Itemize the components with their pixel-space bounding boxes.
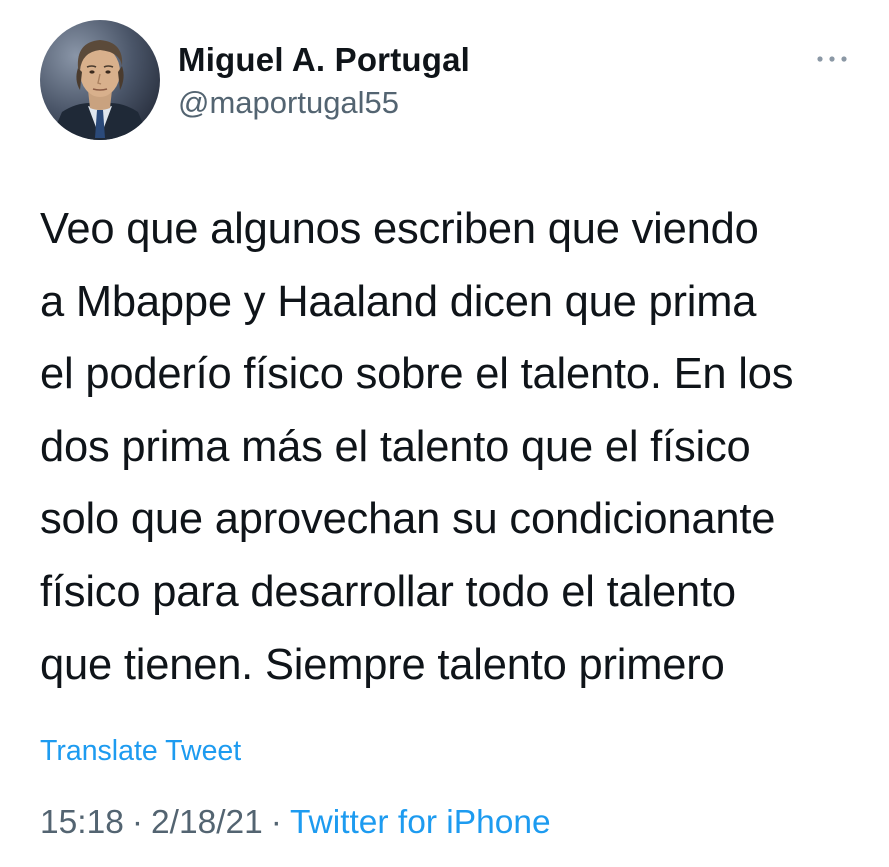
- tweet-text-line: que tienen. Siempre talento primero: [40, 640, 725, 689]
- tweet-text-line: solo que aprovechan su condicionante: [40, 495, 776, 544]
- display-name[interactable]: Miguel A. Portugal: [178, 40, 470, 80]
- tweet-date[interactable]: 2/18/21: [151, 804, 263, 841]
- tweet-text-line: dos prima más el talento que el físico: [40, 422, 751, 471]
- tweet-card: Miguel A. Portugal @maportugal55 Veo que…: [0, 0, 889, 867]
- tweet-text-line: físico para desarrollar todo el talento: [40, 567, 736, 616]
- profile-photo-icon: [40, 20, 160, 140]
- tweet-text-line: el poderío físico sobre el talento. En l…: [40, 350, 794, 399]
- more-options-button[interactable]: [812, 44, 852, 74]
- separator: ·: [270, 804, 282, 841]
- tweet-text-line: a Mbappe y Haaland dicen que prima: [40, 277, 757, 326]
- separator: ·: [131, 804, 143, 841]
- tweet-text: Veo que algunos escriben que viendo a Mb…: [40, 193, 860, 701]
- tweet-metadata: 15:18 · 2/18/21 · Twitter for iPhone: [40, 803, 551, 843]
- ellipsis-icon: [817, 56, 847, 62]
- translate-tweet-link[interactable]: Translate Tweet: [40, 733, 241, 769]
- tweet-time[interactable]: 15:18: [40, 804, 124, 841]
- avatar[interactable]: [40, 20, 160, 140]
- user-handle[interactable]: @maportugal55: [178, 84, 399, 122]
- tweet-text-line: Veo que algunos escriben que viendo: [40, 205, 759, 253]
- tweet-source-link[interactable]: Twitter for iPhone: [290, 804, 551, 841]
